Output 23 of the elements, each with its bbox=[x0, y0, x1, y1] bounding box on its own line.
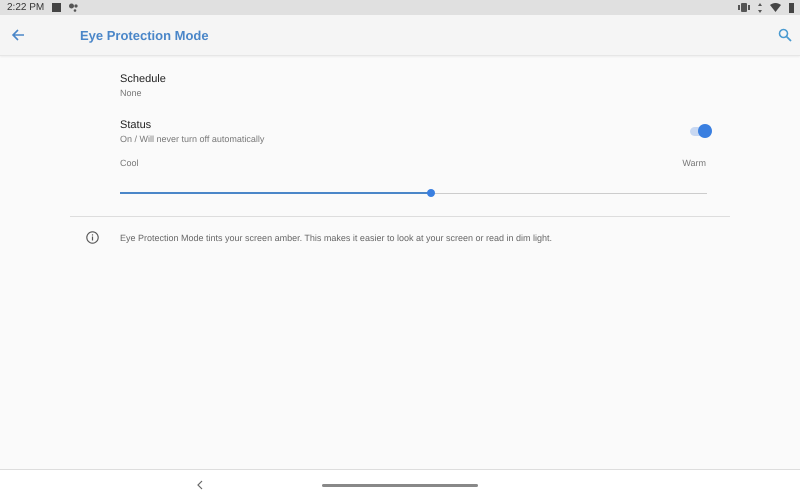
home-handle[interactable] bbox=[322, 484, 478, 486]
back-chevron-icon[interactable] bbox=[196, 480, 204, 490]
search-icon[interactable] bbox=[778, 28, 792, 42]
battery-icon bbox=[789, 2, 794, 12]
slider-thumb[interactable] bbox=[427, 189, 436, 197]
screen-title: Eye Protection Mode bbox=[80, 28, 209, 42]
wifi-icon bbox=[770, 3, 781, 12]
status-time: 2:22 PM bbox=[7, 2, 44, 13]
warm-label: Warm bbox=[682, 158, 706, 168]
temperature-slider[interactable] bbox=[120, 188, 707, 198]
back-arrow-icon[interactable] bbox=[10, 27, 26, 43]
info-text: Eye Protection Mode tints your screen amber. This makes it easier to look at your screen or read in dim light. bbox=[120, 232, 552, 242]
data-arrows-icon bbox=[758, 2, 762, 12]
status-switch[interactable] bbox=[690, 124, 712, 138]
setting-summary: None bbox=[120, 88, 143, 98]
setting-title[interactable]: Status bbox=[120, 118, 690, 130]
notification-icon bbox=[52, 3, 62, 12]
cool-label: Cool bbox=[120, 158, 139, 168]
info-icon bbox=[86, 231, 99, 244]
vibrate-icon bbox=[738, 3, 750, 12]
setting-title[interactable]: Schedule bbox=[120, 72, 712, 84]
assistant-icon bbox=[69, 3, 80, 12]
setting-summary: On / Will never turn off automatically bbox=[120, 134, 266, 144]
